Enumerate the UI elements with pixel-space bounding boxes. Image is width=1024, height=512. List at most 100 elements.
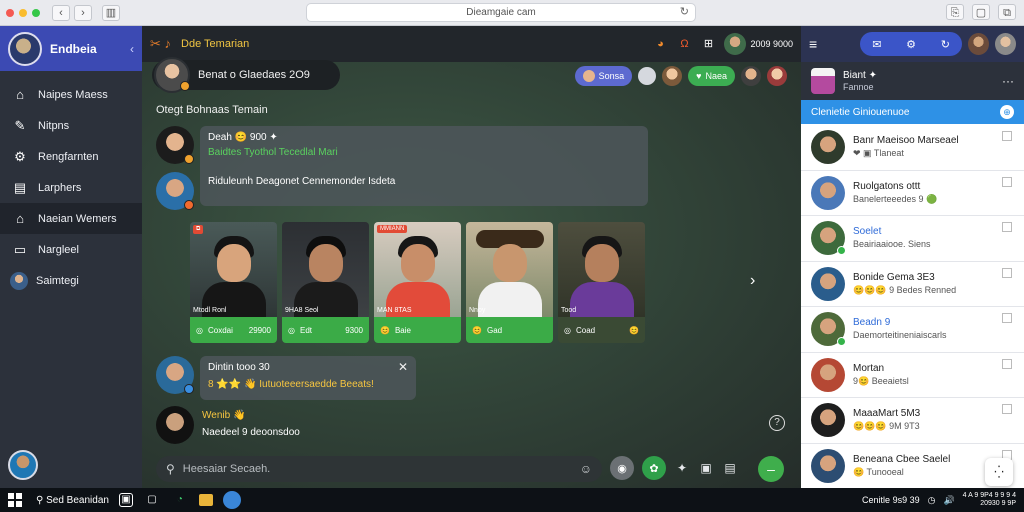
clock[interactable]: 4 A 9 9P4 9 9 9 4 20930 9 9P <box>963 492 1016 508</box>
taskbar: ⚲ Sed Beanidan ▣ ▢ ◔ Cenitle 9s9 39 ◷ 🔊 … <box>0 488 1024 512</box>
top-user-avatar[interactable] <box>724 33 747 55</box>
video-card[interactable]: Tood ◎ Coad 😊 <box>558 222 645 343</box>
contact-list-item[interactable]: Banr Maeisoo Marseael ❤ ▣ Tlaneat <box>801 125 1024 171</box>
sidebar-item-home[interactable]: ⌂ Naipes Maess <box>0 79 142 110</box>
tab-contacts[interactable]: Clenietie Giniouenuoe ⊕ <box>801 100 1024 124</box>
record-icon[interactable]: ◉ <box>610 456 634 480</box>
avatar[interactable] <box>156 172 194 210</box>
address-bar[interactable]: Dieamgaie cam ↻ <box>306 3 696 22</box>
sidebar-item-label: Larphers <box>38 181 82 194</box>
maximize-window-button[interactable] <box>32 8 40 17</box>
contact-list-item[interactable]: Mortan 9😊 Beeaietsl <box>801 352 1024 398</box>
brand-icon: ✂ ♪ <box>150 36 172 51</box>
share-icon[interactable]: ⎘ <box>946 4 964 20</box>
forward-button[interactable]: › <box>74 4 92 21</box>
message-input[interactable] <box>182 463 580 475</box>
image-icon[interactable]: ▣ <box>698 460 714 476</box>
apps-button[interactable]: ⁛ <box>985 458 1013 486</box>
next-cards-chevron-icon[interactable]: › <box>750 272 755 290</box>
chat-title: Dde Temarian <box>181 38 250 50</box>
sticker-icon[interactable]: ✿ <box>642 456 666 480</box>
sidebar-item-profile[interactable]: Saimtegi <box>0 265 142 296</box>
attachment-icon[interactable]: ▤ <box>722 460 738 476</box>
contact-list-item[interactable]: Ruolgatons ottt Banelerteeedes 9 🟢 <box>801 170 1024 216</box>
sidebar-item-files[interactable]: ▤ Larphers <box>0 172 142 203</box>
contact-name: Banr Maeisoo Marseael <box>853 135 959 147</box>
reload-icon[interactable]: ↻ <box>680 4 689 21</box>
sidebar-toggle-icon[interactable]: ▥ <box>102 4 120 21</box>
collapse-chevron-icon[interactable]: ‹ <box>130 42 134 56</box>
emoji-icon[interactable]: ☺ <box>580 462 592 476</box>
grid-icon[interactable]: ⊞ <box>700 36 716 52</box>
contact-checkbox[interactable] <box>1002 313 1012 323</box>
contact-list-item[interactable]: MaaaMart 5M3 😊😊😊 9M 9T3 <box>801 398 1024 444</box>
more-icon[interactable]: ··· <box>1002 74 1014 88</box>
avatar[interactable] <box>156 126 194 164</box>
message-bubble[interactable]: Dintin tooo 30 8 ⭐⭐ 👋 Iutuoteeersaedde B… <box>200 356 416 400</box>
sidebar-item-settings[interactable]: ⚙ Rengfarnten <box>0 141 142 172</box>
pill-sonsa[interactable]: Sonsa <box>574 66 633 86</box>
avatar[interactable] <box>995 33 1016 55</box>
notification-icon[interactable]: ◕ <box>652 36 668 52</box>
settings-icon[interactable]: ⚙ <box>906 38 916 51</box>
message-bubble[interactable]: Deah 😊 900 ✦ Baidtes Tyothol Tecedlal Ma… <box>200 126 648 206</box>
sidebar-item-notes[interactable]: ✎ Nitpns <box>0 110 142 141</box>
contact-checkbox[interactable] <box>1002 131 1012 141</box>
pill-naea[interactable]: ♥ Naea <box>688 66 735 86</box>
pinned-message[interactable]: Benat o Glaedaes 2O9 <box>152 57 340 93</box>
tab-overview-icon[interactable]: ▢ <box>972 4 990 20</box>
avatar[interactable] <box>156 356 194 394</box>
video-card[interactable]: ⧉ Mtodl Ronl ◎ Coxdai 29900 <box>190 222 277 343</box>
video-card[interactable]: MMIANN MAN 8TAS 😊 Baie <box>374 222 461 343</box>
search-icon: ⚲ <box>166 462 175 476</box>
contact-checkbox[interactable] <box>1002 404 1012 414</box>
video-card[interactable]: 9HA8 Seol ◎ Edt 9300 <box>282 222 369 343</box>
contact-checkbox[interactable] <box>1002 267 1012 278</box>
contact-list-item[interactable]: Beadn 9 Daemorteitineniaiscarls <box>801 307 1024 353</box>
send-button[interactable]: – <box>758 456 784 482</box>
close-window-button[interactable] <box>6 8 14 17</box>
message-icon: ▭ <box>13 241 27 257</box>
panel-user[interactable]: Biant ✦ Fannoe ··· <box>801 62 1024 100</box>
tab-label: Clenietie Giniouenuoe <box>811 106 910 118</box>
avatar[interactable] <box>968 33 990 55</box>
start-button[interactable] <box>8 493 22 507</box>
sidebar-item-messages[interactable]: ▭ Nargleel <box>0 234 142 265</box>
sidebar-item-label: Saimtegi <box>36 274 79 287</box>
menu-icon[interactable]: ≡ <box>809 36 828 52</box>
contact-checkbox[interactable] <box>1002 358 1012 369</box>
current-user-avatar[interactable] <box>8 450 38 480</box>
sidebar-item-active[interactable]: ⌂ Naeian Wemers <box>0 203 142 234</box>
new-window-icon[interactable]: ⧉ <box>998 4 1016 20</box>
contact-list-item[interactable]: Bonide Gema 3E3 😊😊😊 9 Bedes Renned <box>801 261 1024 307</box>
contact-list-item[interactable]: Soelet Beairiaaiooe. Siens <box>801 216 1024 262</box>
video-card[interactable]: Nnoy 😊 Gad <box>466 222 553 343</box>
card-status-icon: ◎ <box>196 325 203 335</box>
close-icon[interactable]: ✕ <box>398 360 408 374</box>
volume-icon[interactable]: 🔊 <box>943 495 954 506</box>
clock-icon[interactable]: ◷ <box>928 495 936 506</box>
gray-pill[interactable] <box>638 67 657 85</box>
refresh-icon[interactable]: ↻ <box>941 38 950 51</box>
active-app-icon[interactable] <box>222 491 241 509</box>
avatar[interactable] <box>156 406 194 444</box>
help-icon[interactable]: ? <box>769 415 785 431</box>
minimize-window-button[interactable] <box>19 8 27 17</box>
reaction-icon[interactable]: ✦ <box>674 460 690 476</box>
window-icon[interactable]: ▢ <box>143 492 161 508</box>
folder-icon[interactable] <box>198 494 213 506</box>
avatar[interactable] <box>662 66 683 86</box>
mail-icon[interactable]: ✉ <box>872 38 881 51</box>
globe-icon[interactable]: ⊕ <box>1000 105 1014 119</box>
taskbar-search[interactable]: ⚲ Sed Beanidan <box>36 495 109 506</box>
contact-checkbox[interactable] <box>1002 176 1012 187</box>
edge-icon[interactable]: ◔ <box>171 492 189 508</box>
contact-name: MaaaMart 5M3 <box>853 408 921 420</box>
task-view-icon[interactable]: ▣ <box>118 493 133 507</box>
avatar[interactable] <box>741 66 761 86</box>
omega-icon[interactable]: Ω <box>676 36 692 52</box>
back-button[interactable]: ‹ <box>52 4 70 21</box>
contact-status: Beairiaaiooe. Siens <box>853 239 931 250</box>
contact-checkbox[interactable] <box>1002 222 1012 232</box>
avatar[interactable] <box>767 66 787 86</box>
